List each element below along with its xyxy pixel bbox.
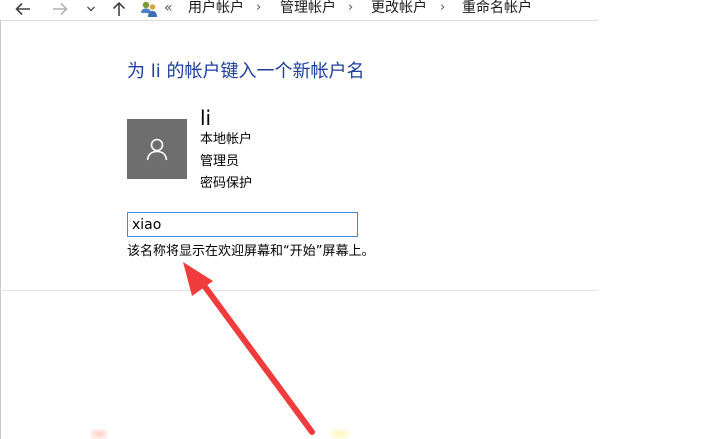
- account-name: li: [200, 106, 212, 130]
- new-account-name-input[interactable]: [127, 212, 358, 237]
- account-role: 管理员: [200, 154, 240, 169]
- breadcrumb-overflow[interactable]: «: [164, 0, 173, 16]
- account-type: 本地帐户: [200, 132, 253, 147]
- breadcrumb-rename-account[interactable]: 重命名帐户: [462, 0, 532, 16]
- decorative-glow: [330, 429, 350, 439]
- user-silhouette-icon: [146, 138, 168, 161]
- account-security-status: 密码保护: [200, 176, 253, 191]
- breadcrumb-manage-accounts[interactable]: 管理帐户: [280, 0, 336, 16]
- avatar: [127, 119, 187, 179]
- recent-locations-button[interactable]: [83, 0, 99, 18]
- user-accounts-icon: [141, 1, 157, 17]
- decorative-glow: [90, 429, 108, 439]
- breadcrumb-change-account[interactable]: 更改帐户: [371, 0, 427, 16]
- page-title: 为 li 的帐户键入一个新帐户名: [127, 61, 365, 82]
- arrow-up-icon: [112, 1, 126, 16]
- breadcrumb-separator[interactable]: ›: [348, 0, 353, 16]
- breadcrumb-user-accounts[interactable]: 用户帐户: [188, 0, 244, 16]
- name-hint-text: 该名称将显示在欢迎屏幕和“开始”屏幕上。: [127, 244, 375, 259]
- arrow-left-icon: [15, 2, 30, 16]
- back-button[interactable]: [12, 0, 34, 18]
- content-divider: [0, 290, 598, 291]
- breadcrumb-separator[interactable]: ›: [256, 0, 261, 16]
- window-edge: [0, 20, 1, 439]
- arrow-right-icon: [53, 2, 68, 16]
- up-button[interactable]: [108, 0, 130, 18]
- chevron-down-icon: [87, 6, 95, 12]
- forward-button[interactable]: [49, 0, 71, 18]
- breadcrumb-separator[interactable]: ›: [440, 0, 445, 16]
- address-bar: « 用户帐户 › 管理帐户 › 更改帐户 › 重命名帐户: [0, 0, 598, 21]
